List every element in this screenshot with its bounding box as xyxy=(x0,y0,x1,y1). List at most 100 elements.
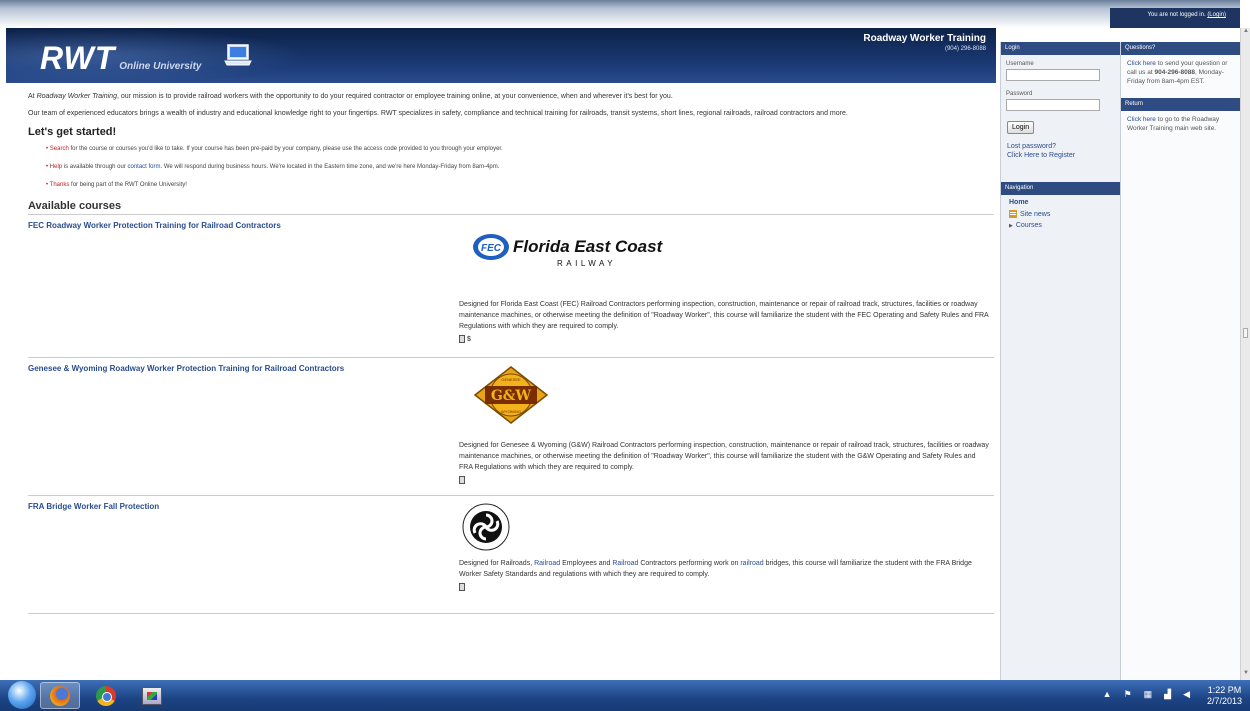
login-status-text: You are not logged in. xyxy=(1147,12,1206,18)
username-input[interactable] xyxy=(1006,69,1100,81)
login-status-bar: You are not logged in. (Login) xyxy=(1110,8,1240,28)
return-block-heading: Return xyxy=(1121,98,1240,111)
top-strip: You are not logged in. (Login) xyxy=(0,0,1240,28)
nav-home[interactable]: Home xyxy=(1009,199,1120,206)
course-description-gw: Designed for Genesee & Wyoming (G&W) Rai… xyxy=(459,442,989,471)
search-link[interactable]: Search xyxy=(50,146,69,152)
course-item-fec: FEC Roadway Worker Protection Training f… xyxy=(28,215,994,358)
course-title-gw[interactable]: Genesee & Wyoming Roadway Worker Protect… xyxy=(28,364,344,373)
taskbar-firefox[interactable] xyxy=(40,682,80,709)
intro-company-name: Roadway Worker Training xyxy=(36,93,117,100)
flag-icon[interactable]: ⚑ xyxy=(1124,689,1132,700)
system-clock[interactable]: 1:22 PM 2/7/2013 xyxy=(1207,685,1242,707)
clock-date: 2/7/2013 xyxy=(1206,696,1242,706)
tray-arrow-icon[interactable]: ▲ xyxy=(1103,689,1112,700)
password-label: Password xyxy=(1006,91,1033,97)
course-description-fec: Designed for Florida East Coast (FEC) Ra… xyxy=(459,301,989,330)
intro-p1-rest: , our mission is to provide railroad wor… xyxy=(116,93,673,100)
login-block-heading: Login xyxy=(1001,42,1120,55)
intro-section: At Roadway Worker Training, our mission … xyxy=(28,92,994,119)
lost-password-link[interactable]: Lost password? xyxy=(1007,142,1120,151)
vertical-scrollbar[interactable]: ▲ ▼ xyxy=(1240,28,1250,680)
available-courses-heading: Available courses xyxy=(28,200,994,215)
info-sidebar: Questions? Click here to send your quest… xyxy=(1120,42,1240,682)
nav-site-news[interactable]: Site news xyxy=(1009,210,1120,218)
logo-main-text: RWT xyxy=(40,40,116,76)
network-icon[interactable]: ▦ xyxy=(1144,689,1153,700)
intro-paragraph-1: At Roadway Worker Training, our mission … xyxy=(28,92,994,102)
taskbar-chrome[interactable] xyxy=(86,682,126,709)
firefox-icon xyxy=(50,685,70,706)
bullet-text: . We will respond during business hours.… xyxy=(160,164,500,170)
paid-course-icon[interactable]: $ xyxy=(467,336,471,343)
course-title-fec[interactable]: FEC Roadway Worker Protection Training f… xyxy=(28,221,281,230)
windows-taskbar: ▲ ⚑ ▦ ▟ ◀ 1:22 PM 2/7/2013 xyxy=(0,680,1250,711)
gw-railroad-logo: G&W GENESEE WYOMING xyxy=(473,366,549,424)
thanks-link[interactable]: Thanks xyxy=(50,182,70,188)
help-link[interactable]: Help xyxy=(50,164,62,170)
nav-courses[interactable]: ▶ Courses xyxy=(1009,222,1120,229)
questions-block-heading: Questions? xyxy=(1121,42,1240,55)
enter-course-icon[interactable] xyxy=(459,583,465,591)
get-started-list: • Search for the course or courses you'd… xyxy=(46,146,994,188)
course-description-fra: Designed for Railroads, Railroad Employe… xyxy=(459,558,989,580)
system-tray: ▲ ⚑ ▦ ▟ ◀ xyxy=(1103,689,1190,700)
scroll-thumb[interactable] xyxy=(1243,328,1248,338)
desc-text: Designed for Railroads, xyxy=(459,560,535,567)
railroad-glossary-link[interactable]: railroad xyxy=(740,560,763,567)
browser-window: You are not logged in. (Login) RWT Onlin… xyxy=(0,0,1250,711)
clock-time: 1:22 PM xyxy=(1207,685,1242,695)
desc-text: Contractors performing work on xyxy=(638,560,741,567)
fec-badge-text: FEC xyxy=(481,243,502,254)
enter-course-icon[interactable] xyxy=(459,335,465,343)
course-action-icons xyxy=(459,476,989,484)
nav-site-news-label: Site news xyxy=(1020,210,1051,218)
login-button[interactable]: Login xyxy=(1007,121,1035,134)
gw-logo-bottom: WYOMING xyxy=(501,409,521,414)
bullet-text: for the course or courses you'd like to … xyxy=(68,146,503,152)
list-item: • Search for the course or courses you'd… xyxy=(46,146,994,152)
questions-link[interactable]: Click here xyxy=(1127,60,1156,67)
password-input[interactable] xyxy=(1006,99,1100,111)
site-logo[interactable]: RWT Online University xyxy=(40,40,201,77)
bullet-text: is available through our xyxy=(62,164,128,170)
nav-home-label: Home xyxy=(1009,199,1029,206)
logo-sub-text: Online University xyxy=(119,61,202,72)
login-sidebar: Login Username Password Login Lost passw… xyxy=(1000,42,1120,682)
main-content: At Roadway Worker Training, our mission … xyxy=(28,92,994,614)
course-action-icons xyxy=(459,583,989,591)
return-link[interactable]: Click here xyxy=(1127,116,1156,123)
site-phone: (904) 296-8088 xyxy=(944,46,986,52)
get-started-heading: Let's get started! xyxy=(28,126,117,138)
course-body: Designed for Railroads, Railroad Employe… xyxy=(459,502,989,591)
return-text: Click here to go to the Roadway Worker T… xyxy=(1121,111,1240,137)
railroad-glossary-link[interactable]: Railroad xyxy=(534,560,560,567)
signal-icon[interactable]: ▟ xyxy=(1164,689,1171,700)
volume-icon[interactable]: ◀ xyxy=(1183,689,1190,700)
triangle-right-icon: ▶ xyxy=(1009,222,1013,229)
fec-railway-logo: FEC Florida East Coast RAILWAY xyxy=(473,234,664,268)
list-item: • Help is available through our contact … xyxy=(46,164,994,170)
scroll-down-icon[interactable]: ▼ xyxy=(1241,670,1250,680)
login-link[interactable]: (Login) xyxy=(1207,12,1226,18)
questions-text: Click here to send your question or call… xyxy=(1121,55,1240,90)
app-icon xyxy=(142,686,162,705)
railroad-glossary-link[interactable]: Railroad xyxy=(612,560,638,567)
gw-logo-top: GENESEE xyxy=(501,377,521,382)
login-links: Lost password? Click Here to Register xyxy=(1001,142,1120,160)
start-button[interactable] xyxy=(8,681,36,709)
navigation-block-heading: Navigation xyxy=(1001,182,1120,195)
taskbar-app[interactable] xyxy=(132,682,172,709)
course-action-icons: $ xyxy=(459,335,989,343)
course-body: G&W GENESEE WYOMING Designed for Genesee… xyxy=(459,364,989,484)
course-body: FEC Florida East Coast RAILWAY Designed … xyxy=(459,225,989,343)
intro-p1-prefix: At xyxy=(28,93,37,100)
contact-form-link[interactable]: contact form xyxy=(128,164,161,170)
list-item: • Thanks for being part of the RWT Onlin… xyxy=(46,182,994,188)
fec-logo-name: Florida East Coast xyxy=(513,237,664,256)
enter-course-icon[interactable] xyxy=(459,476,465,484)
register-link[interactable]: Click Here to Register xyxy=(1007,151,1120,160)
course-title-fra[interactable]: FRA Bridge Worker Fall Protection xyxy=(28,502,159,511)
site-name: Roadway Worker Training xyxy=(863,33,986,44)
scroll-up-icon[interactable]: ▲ xyxy=(1241,28,1250,38)
